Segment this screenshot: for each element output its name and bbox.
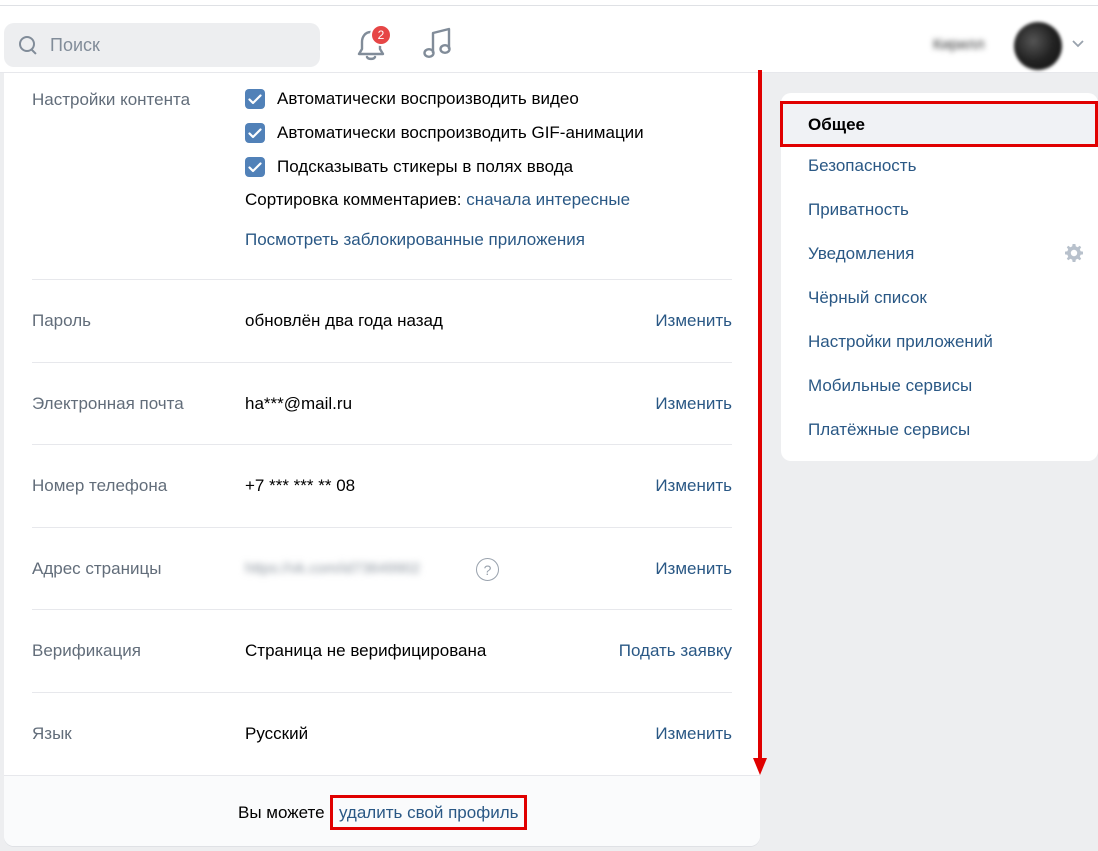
phone-label: Номер телефона (32, 476, 168, 495)
divider (32, 279, 732, 280)
checkbox-label: Подсказывать стикеры в полях ввода (277, 157, 574, 176)
user-name[interactable]: Кирилл (933, 36, 984, 53)
phone-value: +7 *** *** ** 08 (245, 476, 356, 495)
phone-change-link[interactable]: Изменить (655, 476, 732, 496)
menu-item-privacy[interactable]: Приватность (808, 200, 909, 220)
annotation-arrow-line (758, 70, 762, 760)
menu-item-mobile-services[interactable]: Мобильные сервисы (808, 376, 972, 396)
email-change-link[interactable]: Изменить (655, 394, 732, 414)
search-icon (18, 35, 38, 55)
language-label: Язык (32, 724, 72, 743)
chevron-down-icon[interactable] (1072, 40, 1084, 48)
footer-text: Вы можете (238, 803, 325, 822)
menu-item-app-settings[interactable]: Настройки приложений (808, 332, 993, 352)
menu-item-label: Общее (808, 115, 865, 134)
avatar[interactable] (1014, 22, 1062, 70)
menu-item-payment-services[interactable]: Платёжные сервисы (808, 420, 970, 440)
checkbox-checked-icon[interactable] (245, 89, 265, 109)
language-value: Русский (245, 724, 309, 743)
delete-profile-footer: Вы можете удалить свой профиль (4, 775, 760, 846)
menu-item-security[interactable]: Безопасность (808, 156, 916, 176)
email-label: Электронная почта (32, 394, 184, 413)
gear-icon[interactable] (1064, 243, 1084, 263)
header-top-line (0, 5, 1098, 6)
divider (32, 362, 732, 363)
checkbox-checked-icon[interactable] (245, 123, 265, 143)
checkbox-sticker-hints[interactable]: Подсказывать стикеры в полях ввода (245, 157, 573, 177)
checkbox-autoplay-video[interactable]: Автоматически воспроизводить видео (245, 89, 579, 109)
address-label: Адрес страницы (32, 559, 162, 578)
checkbox-autoplay-gif[interactable]: Автоматически воспроизводить GIF-анимаци… (245, 123, 644, 143)
annotation-arrow-head (753, 758, 767, 775)
comment-sort-row: Сортировка комментариев: сначала интерес… (245, 190, 630, 210)
verification-apply-link[interactable]: Подать заявку (619, 641, 732, 661)
checkbox-label: Автоматически воспроизводить видео (277, 89, 579, 108)
divider (32, 527, 732, 528)
search-placeholder: Поиск (50, 34, 100, 55)
blocked-apps-link[interactable]: Посмотреть заблокированные приложения (245, 230, 585, 250)
password-label: Пароль (32, 311, 91, 330)
menu-item-notifications[interactable]: Уведомления (808, 244, 914, 264)
password-value: обновлён два года назад (245, 311, 443, 330)
content-settings-label: Настройки контента (32, 90, 191, 109)
divider (32, 692, 732, 693)
password-change-link[interactable]: Изменить (655, 311, 732, 331)
divider (32, 444, 732, 445)
music-icon[interactable] (422, 26, 454, 60)
language-change-link[interactable]: Изменить (655, 724, 732, 744)
top-header: Поиск 2 Кирилл (0, 0, 1098, 73)
search-input[interactable]: Поиск (4, 23, 320, 67)
checkbox-label: Автоматически воспроизводить GIF-анимаци… (277, 123, 644, 142)
menu-item-general[interactable]: Общее (780, 101, 1098, 147)
menu-item-blacklist[interactable]: Чёрный список (808, 288, 927, 308)
address-value: https://vk.com/id73649902 (245, 560, 421, 577)
verification-label: Верификация (32, 641, 141, 660)
divider (32, 609, 732, 610)
email-value: ha***@mail.ru (245, 394, 353, 413)
notification-badge: 2 (370, 24, 392, 46)
verification-value: Страница не верифицирована (245, 641, 487, 660)
delete-profile-link[interactable]: удалить свой профиль (330, 795, 528, 830)
notifications-button[interactable]: 2 (356, 24, 392, 64)
comment-sort-link[interactable]: сначала интересные (466, 190, 630, 209)
settings-panel: Настройки контента Автоматически воспрои… (4, 73, 760, 846)
checkbox-checked-icon[interactable] (245, 157, 265, 177)
address-change-link[interactable]: Изменить (655, 559, 732, 579)
comment-sort-label: Сортировка комментариев: (245, 190, 462, 209)
help-icon[interactable]: ? (476, 558, 499, 581)
settings-menu: Общее Безопасность Приватность Уведомлен… (780, 93, 1098, 461)
